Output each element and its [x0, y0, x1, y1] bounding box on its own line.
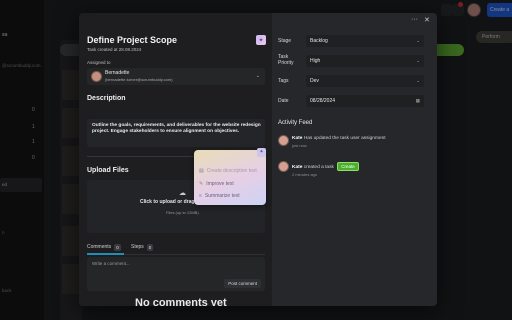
date-label: Date	[278, 98, 289, 104]
task-main-pane: Define Project Scope ✦ Task created at 2…	[79, 13, 272, 306]
tab-count: 0	[146, 243, 154, 251]
assignee-name: Bernadette	[105, 70, 130, 76]
sparkle-icon: ✎	[199, 180, 204, 187]
ai-menu-trigger[interactable]: ✦	[257, 148, 266, 157]
close-icon[interactable]: ✕	[424, 16, 430, 24]
activity-feed-title: Activity Feed	[278, 120, 313, 126]
tab-steps[interactable]: Steps 0	[131, 240, 154, 254]
stage-value: Backlog	[310, 38, 328, 44]
cloud-upload-icon: ☁	[179, 190, 186, 197]
activity-time: 2 minutes ago	[292, 172, 318, 177]
description-field[interactable]: · Outline the goals, requirements, and d…	[87, 119, 265, 147]
priority-value: High	[310, 58, 321, 64]
ai-menu-item-improve[interactable]: ✎ Improve text	[199, 179, 234, 188]
assigned-label: Assigned to	[87, 60, 111, 65]
activity-item: Kate Has updated the task user assignmen…	[278, 135, 428, 155]
date-input[interactable]: 08/28/2024 ▦	[306, 95, 424, 107]
tabs: Comments 0 Steps 0	[87, 240, 265, 254]
ai-menu-item-summarize[interactable]: ≡ Summarize text	[199, 191, 240, 200]
task-created-date: Task created at 28.08.2024	[87, 47, 142, 52]
calendar-icon: ▦	[415, 98, 420, 103]
chevron-down-icon: ⌄	[416, 38, 420, 43]
tab-label: Comments	[87, 244, 112, 250]
active-tab-indicator	[87, 253, 124, 255]
comment-input[interactable]: Write a comment... Post comment	[87, 257, 265, 291]
activity-time: just now	[292, 143, 307, 148]
description-title: Description	[87, 95, 126, 102]
task-title[interactable]: Define Project Scope	[87, 35, 177, 45]
avatar	[278, 135, 289, 146]
comment-placeholder: Write a comment...	[92, 261, 130, 266]
tags-select[interactable]: Dev ⌄	[306, 75, 424, 87]
chevron-down-icon: ⌄	[416, 78, 420, 83]
avatar	[91, 71, 102, 82]
assignee-email: (bernadette.turner@scrumbuddy.com)	[105, 77, 173, 82]
sparkle-icon: ✦	[258, 37, 264, 44]
ai-menu-item-label: Improve text	[206, 180, 234, 187]
task-details-pane: ··· ✕ Stage Backlog ⌄ Task Priority High…	[272, 13, 437, 306]
description-text: Outline the goals, requirements, and del…	[92, 123, 261, 134]
ai-menu-item-create-description[interactable]: ▤ Create description text	[199, 166, 257, 175]
upload-title: Upload Files	[87, 167, 129, 174]
avatar	[278, 161, 289, 172]
ai-menu-item-label: Summarize text	[204, 192, 240, 199]
ai-menu-item-label: Create description text	[206, 167, 257, 174]
tags-label: Tags	[278, 78, 289, 84]
activity-text: Kate Has updated the task user assignmen…	[292, 136, 386, 141]
more-options-icon[interactable]: ···	[411, 16, 418, 23]
priority-select[interactable]: High ⌄	[306, 55, 424, 67]
activity-message: Has updated the task user assignment	[303, 136, 386, 141]
activity-user: Kate	[292, 165, 303, 170]
summarize-icon: ≡	[199, 192, 202, 199]
post-comment-button[interactable]: Post comment	[224, 279, 261, 288]
ai-menu-popover: ✦ ▤ Create description text ✎ Improve te…	[194, 148, 266, 205]
chevron-down-icon: ⌄	[255, 73, 260, 79]
activity-user: Kate	[292, 136, 303, 141]
upload-limit: Files (up to 12MB)	[166, 210, 199, 215]
assignee-select[interactable]: Bernadette (bernadette.turner@scrumbuddy…	[87, 68, 265, 85]
ai-assist-button[interactable]: ✦	[256, 35, 266, 45]
activity-item: Kate created a task Create 2 minutes ago	[278, 161, 428, 181]
activity-message: created a task	[303, 165, 334, 170]
tags-value: Dev	[310, 78, 319, 84]
stage-select[interactable]: Backlog ⌄	[306, 35, 424, 47]
sparkle-icon: ✦	[259, 149, 264, 155]
date-value: 08/28/2024	[310, 98, 336, 104]
status-badge: Create	[337, 162, 359, 171]
task-modal: Define Project Scope ✦ Task created at 2…	[79, 13, 437, 306]
stage-label: Stage	[278, 38, 292, 44]
priority-label: Task Priority	[278, 54, 294, 66]
chevron-down-icon: ⌄	[416, 58, 420, 63]
activity-text: Kate created a task Create	[292, 162, 359, 171]
empty-comments-message: No comments yet	[135, 297, 227, 306]
tab-comments[interactable]: Comments 0	[87, 240, 121, 254]
tab-count: 0	[114, 243, 121, 251]
tab-label: Steps	[131, 244, 144, 250]
description-icon: ▤	[199, 167, 204, 174]
